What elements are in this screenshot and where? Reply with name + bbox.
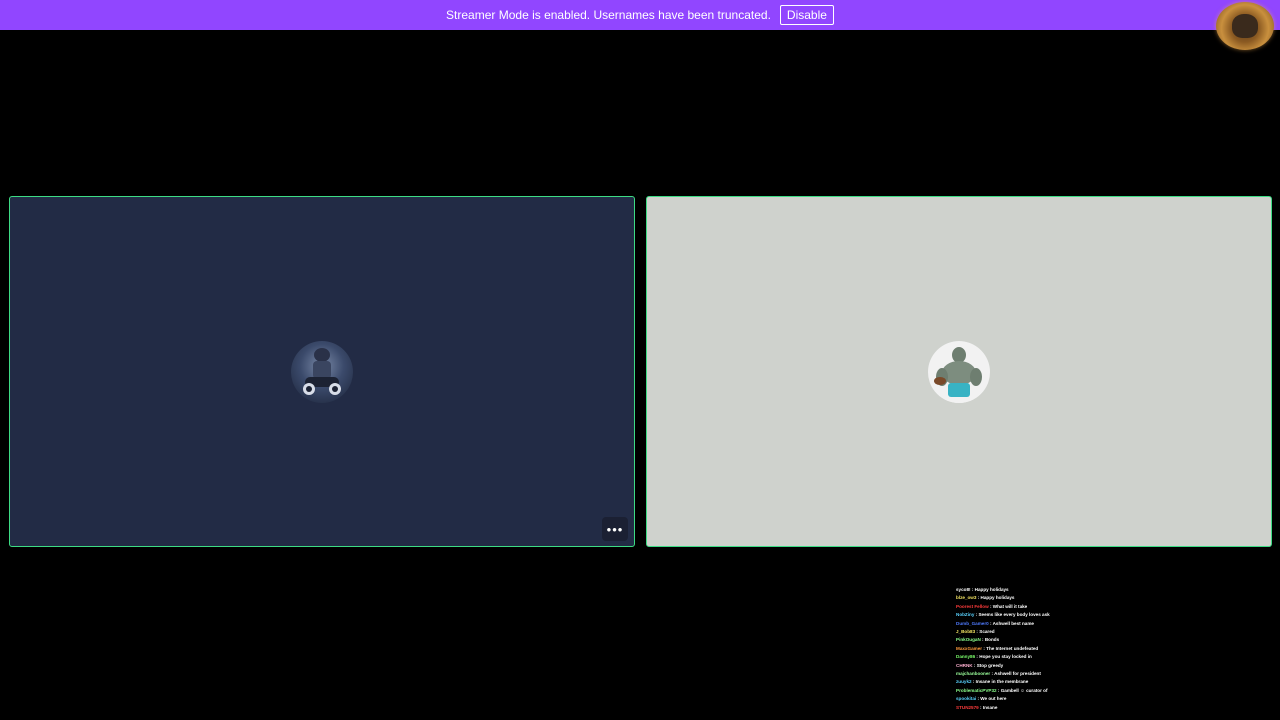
chat-text: Hope you stay locked in — [979, 654, 1032, 660]
chat-message: MaxxGamer : The Internet undefeated — [956, 645, 1066, 653]
chat-message: STUN2579 : Insane — [956, 704, 1066, 712]
chat-username: blze_ow3 — [956, 595, 977, 601]
chat-message: spookitai : We out here — [956, 695, 1066, 703]
chat-username: MaxxGamer — [956, 645, 983, 651]
armored-rider-avatar-icon — [303, 348, 341, 395]
chat-username: Dumb_Gamer0 — [956, 620, 989, 626]
chat-message: Poorest Fellow : What will it take — [956, 603, 1066, 611]
participant-avatar — [928, 341, 990, 403]
chat-username: spookitai — [956, 696, 977, 702]
participant-avatar — [291, 341, 353, 403]
chat-message: PinkOugaN : Bonds — [956, 636, 1066, 644]
chat-message: J_Bob83 : Scared — [956, 628, 1066, 636]
chat-message: zuuyk2 : Insane in the membrane — [956, 678, 1066, 686]
chat-text: Bonds — [984, 637, 1000, 643]
chat-username: CHRNK — [956, 662, 973, 668]
chat-text: Seems like every body loves ask — [978, 612, 1050, 618]
chat-text: Gambell ☺ curator of — [1000, 687, 1048, 693]
chat-username: PinkOugaN — [956, 637, 981, 643]
chat-text: The Internet undefeated — [986, 645, 1039, 651]
chat-username: NobZiny — [956, 612, 975, 618]
chat-message: blze_ow3 : Happy holidays — [956, 594, 1066, 602]
chat-overlay: syco8! : Happy holidays blze_ow3 : Happy … — [956, 586, 1066, 716]
chat-username: J_Bob83 — [956, 629, 976, 635]
chat-message: NobZiny : Seems like every body loves as… — [956, 611, 1066, 619]
chat-username: Danny86 — [956, 654, 976, 660]
chat-username: Poorest Fellow — [956, 603, 989, 609]
chat-username: syco8! — [956, 587, 971, 592]
chat-text: Happy holidays — [974, 587, 1009, 592]
user-avatar-icon[interactable] — [1216, 2, 1274, 50]
muscular-figure-avatar-icon — [928, 341, 990, 403]
disable-button[interactable]: Disable — [779, 5, 834, 25]
chat-username: majchanbooner — [956, 671, 991, 677]
chat-username: ProblematicPVP32 — [956, 687, 997, 693]
chat-text: Ashwell best name — [992, 620, 1034, 626]
participant-tile-left[interactable]: ••• — [9, 196, 635, 547]
chat-message: Dumb_Gamer0 : Ashwell best name — [956, 620, 1066, 628]
chat-text: Ashwell for president — [994, 671, 1041, 677]
chat-message: CHRNK : Stop greedy — [956, 662, 1066, 670]
chat-text: Insane — [982, 704, 998, 710]
participant-tile-right[interactable] — [646, 196, 1272, 547]
chat-username: STUN2579 — [956, 704, 979, 710]
chat-message: ProblematicPVP32 : Gambell ☺ curator of — [956, 687, 1066, 695]
chat-username: zuuyk2 — [956, 679, 972, 685]
streamer-mode-banner: Streamer Mode is enabled. Usernames have… — [0, 0, 1280, 30]
chat-text: Happy holidays — [980, 595, 1015, 601]
banner-message: Streamer Mode is enabled. Usernames have… — [446, 8, 771, 22]
chat-text: Stop greedy — [976, 662, 1004, 668]
chat-message: majchanbooner : Ashwell for president — [956, 670, 1066, 678]
chat-message: Danny86 : Hope you stay locked in — [956, 653, 1066, 661]
more-options-button[interactable]: ••• — [602, 517, 628, 541]
lion-face-icon — [1232, 14, 1258, 38]
chat-text: We out here — [980, 696, 1007, 702]
chat-message: syco8! : Happy holidays — [956, 586, 1066, 594]
chat-text: What will it take — [992, 603, 1028, 609]
chat-text: Insane in the membrane — [975, 679, 1029, 685]
chat-text: Scared — [979, 629, 995, 635]
